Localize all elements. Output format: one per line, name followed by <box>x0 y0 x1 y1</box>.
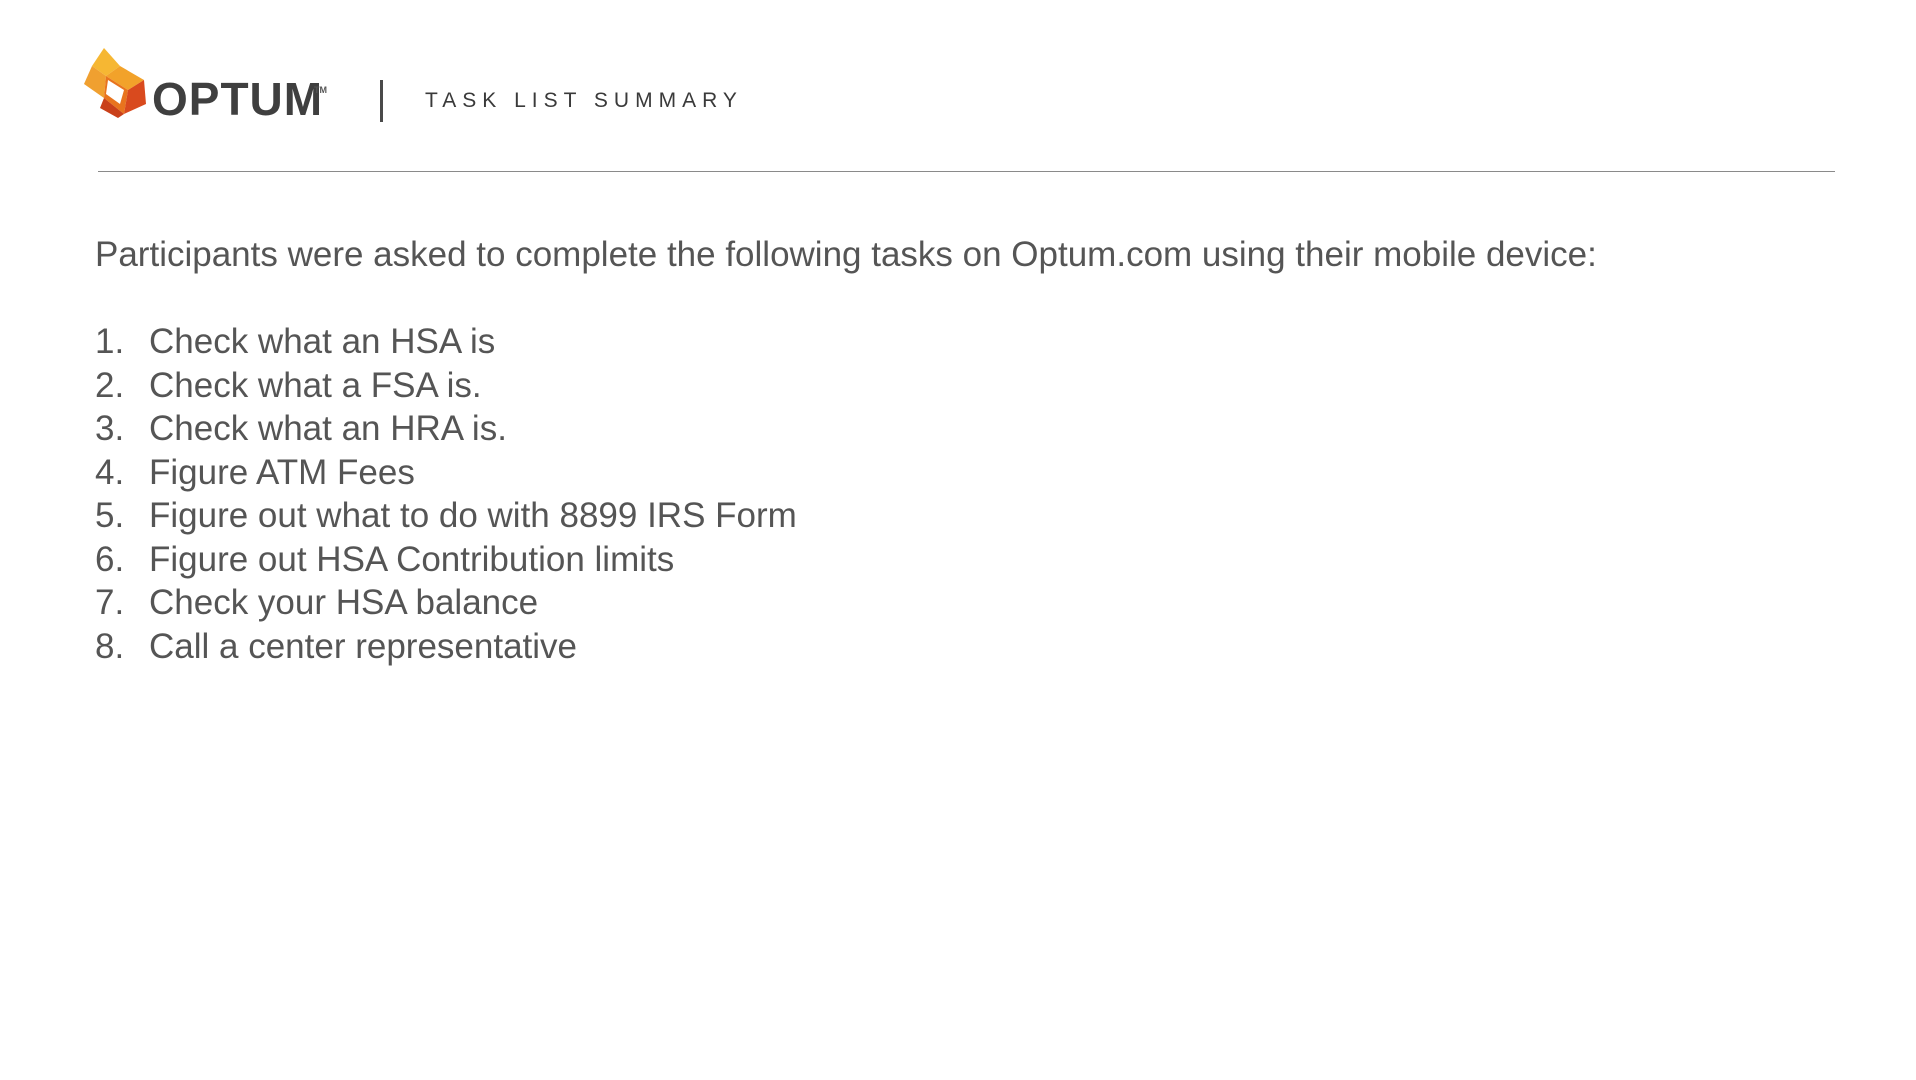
header-divider <box>380 80 383 122</box>
task-text: Check your HSA balance <box>149 583 539 622</box>
task-number: 8. <box>95 626 125 666</box>
task-item-1: 1. Check what an HSA is <box>95 320 797 364</box>
task-item-2: 2. Check what a FSA is. <box>95 364 797 408</box>
optum-logo: OPTUM TM <box>84 46 334 126</box>
task-item-5: 5. Figure out what to do with 8899 IRS F… <box>95 494 797 538</box>
task-item-8: 8. Call a center representative <box>95 625 797 669</box>
trademark-symbol: TM <box>314 85 327 95</box>
header: OPTUM TM TASK LIST SUMMARY <box>84 46 1844 126</box>
task-number: 5. <box>95 496 125 535</box>
task-item-7: 7. Check your HSA balance <box>95 581 797 625</box>
task-text: Figure ATM Fees <box>149 452 415 492</box>
task-text: Check what an HSA is <box>149 322 496 361</box>
task-number: 4. <box>95 452 125 492</box>
optum-wordmark: OPTUM <box>152 73 324 125</box>
task-text: Check what a FSA is. <box>149 365 482 405</box>
intro-text: Participants were asked to complete the … <box>95 235 1597 274</box>
task-text: Figure out what to do with 8899 IRS Form <box>149 496 797 535</box>
task-number: 6. <box>95 539 125 579</box>
task-list: 1. Check what an HSA is 2. Check what a … <box>95 320 797 668</box>
task-item-4: 4. Figure ATM Fees <box>95 451 797 495</box>
page-title: TASK LIST SUMMARY <box>425 89 743 112</box>
task-text: Figure out HSA Contribution limits <box>149 539 675 579</box>
task-text: Call a center representative <box>149 626 577 666</box>
task-item-6: 6. Figure out HSA Contribution limits <box>95 538 797 582</box>
task-text: Check what an HRA is. <box>149 409 507 448</box>
task-number: 3. <box>95 409 125 448</box>
task-number: 7. <box>95 583 125 622</box>
task-number: 2. <box>95 365 125 405</box>
optum-logo-icon <box>84 48 146 118</box>
task-item-3: 3. Check what an HRA is. <box>95 407 797 451</box>
task-number: 1. <box>95 322 125 361</box>
horizontal-rule <box>98 171 1835 172</box>
